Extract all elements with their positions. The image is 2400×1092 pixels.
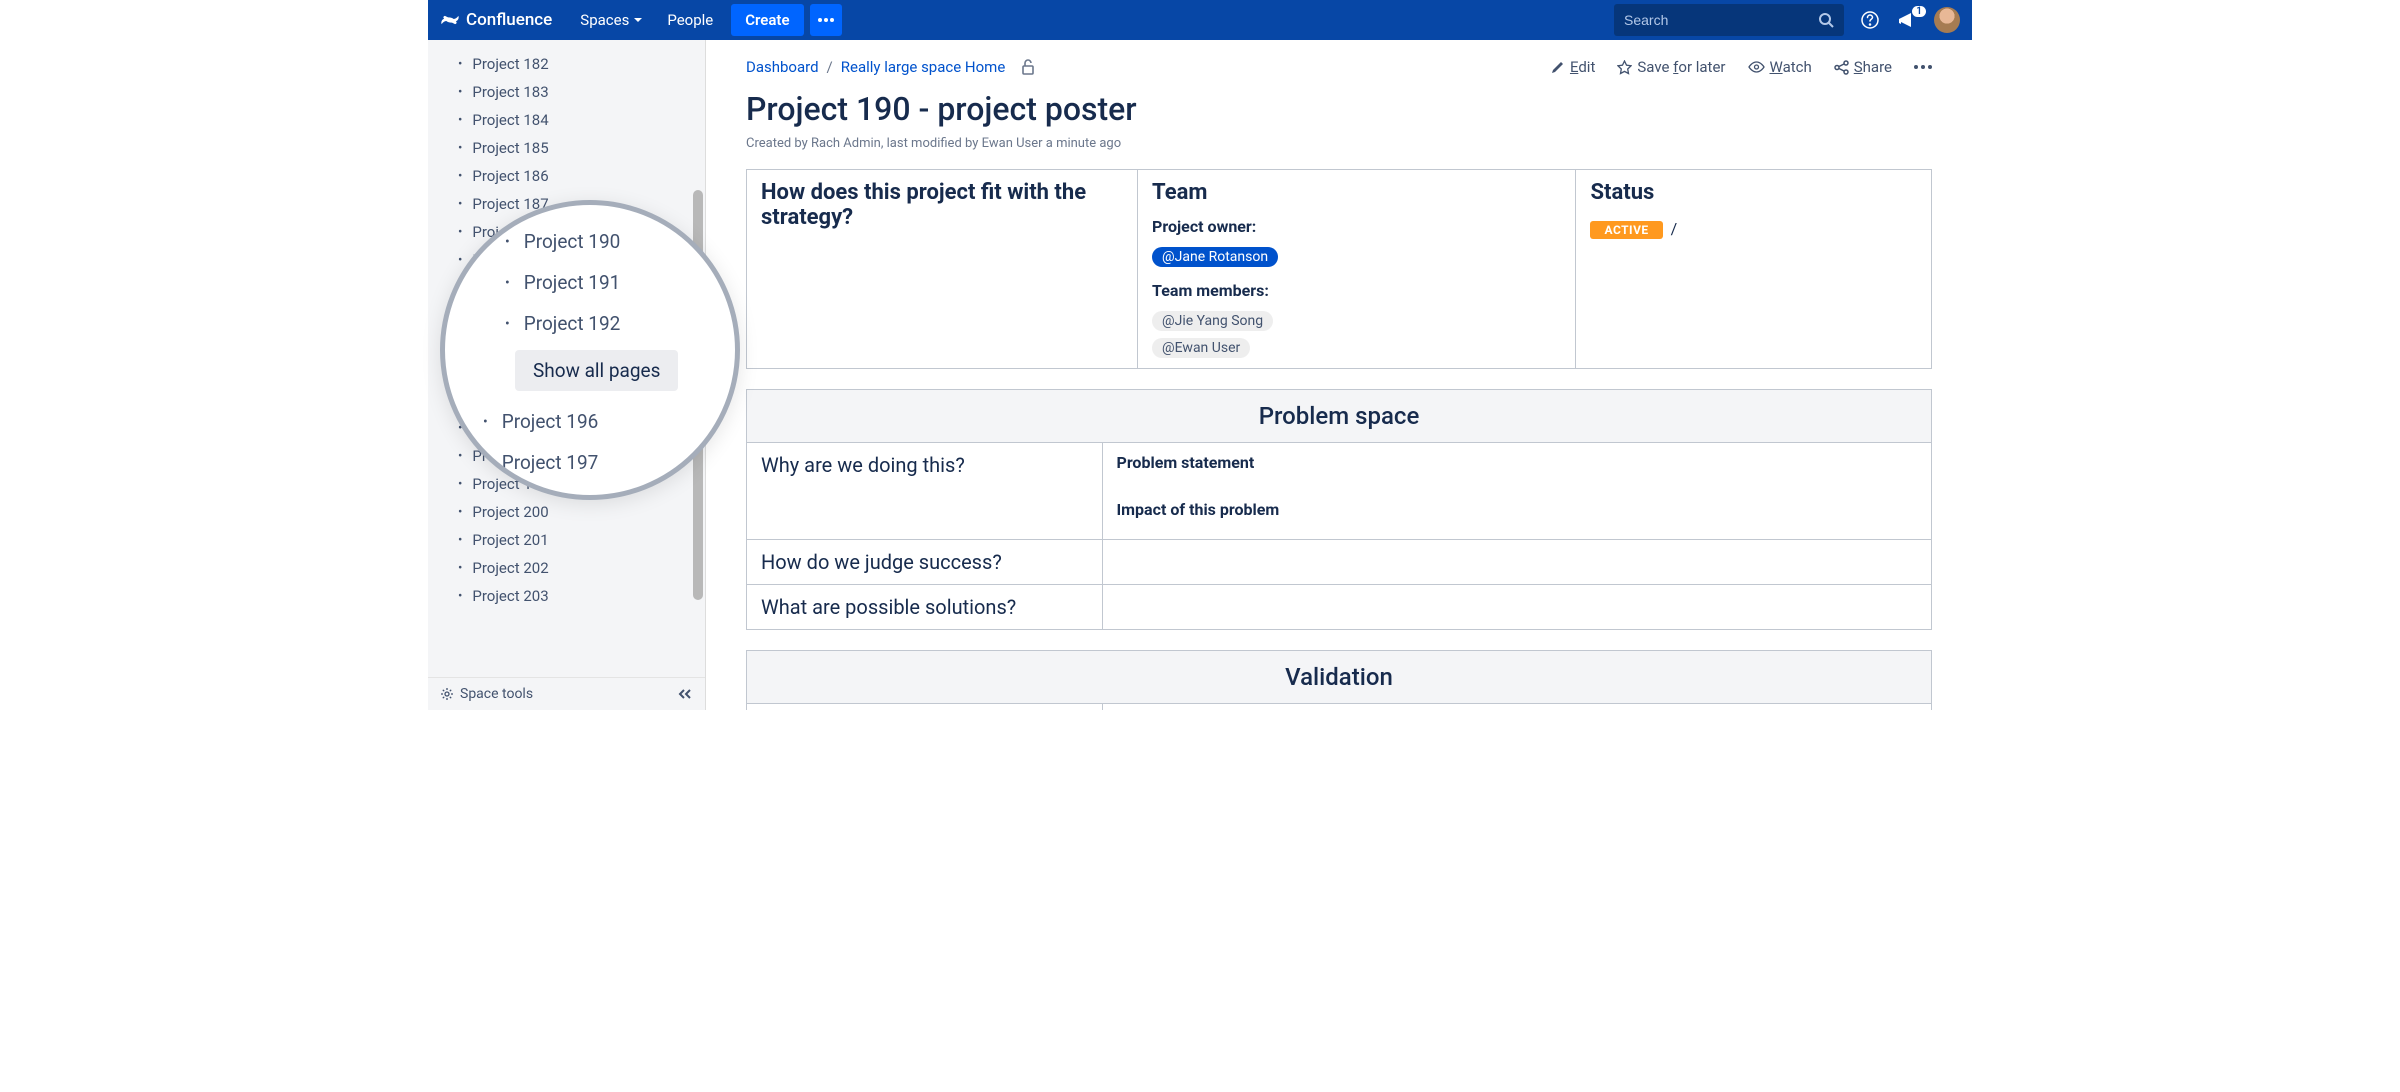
members-label: Team members:: [1152, 281, 1561, 300]
poster-table: How does this project fit with the strat…: [746, 169, 1932, 369]
page-toolbar: Dashboard / Really large space Home Edit…: [746, 58, 1932, 76]
page-meta: Created by Rach Admin, last modified by …: [746, 136, 1932, 151]
page-actions: Edit Save for later Watch Share: [1551, 58, 1932, 76]
share-icon: [1834, 60, 1849, 75]
tree-item[interactable]: Project 192: [465, 303, 715, 344]
help-button[interactable]: [1858, 8, 1882, 32]
create-button[interactable]: Create: [731, 4, 803, 36]
owner-mention[interactable]: @Jane Rotanson: [1152, 247, 1278, 267]
breadcrumb: Dashboard / Really large space Home: [746, 58, 1035, 76]
magnifier-overlay: Project 190 Project 191 Project 192 Show…: [440, 200, 740, 500]
unlock-icon[interactable]: [1021, 59, 1035, 75]
problem-q-success: How do we judge success?: [761, 550, 1088, 574]
validation-heading: Validation: [747, 651, 1932, 704]
status-badge: ACTIVE: [1590, 221, 1662, 239]
tree-item[interactable]: Project 200: [428, 498, 705, 526]
eye-icon: [1748, 61, 1765, 73]
page-title: Project 190 - project poster: [746, 90, 1932, 128]
share-button[interactable]: Share: [1834, 58, 1892, 76]
tree-item[interactable]: Project 183: [428, 78, 705, 106]
space-tools-link[interactable]: Space tools: [460, 686, 533, 702]
save-for-later-button[interactable]: Save for later: [1617, 58, 1725, 76]
chevron-down-icon: [633, 15, 643, 25]
watch-button[interactable]: Watch: [1748, 58, 1812, 76]
search-input[interactable]: [1624, 12, 1818, 28]
pencil-icon: [1551, 60, 1565, 74]
notifications-button[interactable]: 1: [1896, 8, 1920, 32]
dots-icon: [1914, 65, 1932, 69]
show-all-pages-button[interactable]: Show all pages: [515, 350, 678, 391]
problem-q-why: Why are we doing this?: [761, 453, 1088, 477]
status-heading: Status: [1590, 180, 1917, 205]
fit-heading: How does this project fit with the strat…: [761, 180, 1123, 230]
breadcrumb-space-home[interactable]: Really large space Home: [841, 58, 1006, 76]
star-icon: [1617, 60, 1632, 75]
team-heading: Team: [1152, 180, 1561, 205]
notif-badge: 1: [1912, 6, 1926, 17]
dots-icon: [818, 18, 834, 22]
confluence-icon: [440, 10, 460, 30]
owner-label: Project owner:: [1152, 217, 1561, 236]
problem-heading: Problem space: [747, 390, 1932, 443]
problem-impact-label: Impact of this problem: [1117, 500, 1918, 519]
help-icon: [1860, 10, 1880, 30]
confluence-logo[interactable]: Confluence: [440, 10, 552, 30]
problem-statement-label: Problem statement: [1117, 453, 1918, 472]
problem-space-table: Problem space Why are we doing this? Pro…: [746, 389, 1932, 630]
user-avatar[interactable]: [1934, 7, 1960, 33]
brand-text: Confluence: [466, 10, 552, 30]
tree-item[interactable]: Project 201: [428, 526, 705, 554]
nav-spaces[interactable]: Spaces: [568, 11, 655, 29]
tree-item[interactable]: Project 186: [428, 162, 705, 190]
member-mention[interactable]: @Ewan User: [1152, 338, 1250, 358]
member-mention[interactable]: @Jie Yang Song: [1152, 311, 1273, 331]
app-header: Confluence Spaces People Create 1: [428, 0, 1972, 40]
problem-q-solutions: What are possible solutions?: [761, 595, 1088, 619]
collapse-sidebar-icon[interactable]: [677, 688, 693, 700]
tree-item[interactable]: Project 191: [465, 262, 715, 303]
validation-table: Validation What do we already know?: [746, 650, 1932, 710]
tree-item[interactable]: Project 202: [428, 554, 705, 582]
more-actions-button[interactable]: [1914, 65, 1932, 69]
gear-icon: [440, 687, 454, 701]
tree-item[interactable]: Project 203: [428, 582, 705, 610]
search-box[interactable]: [1614, 4, 1844, 36]
edit-button[interactable]: Edit: [1551, 58, 1595, 76]
tree-item[interactable]: Project 185: [428, 134, 705, 162]
nav-people[interactable]: People: [655, 11, 725, 29]
search-icon: [1818, 12, 1834, 28]
tree-item[interactable]: Project 182: [428, 50, 705, 78]
sidebar-footer: Space tools: [428, 677, 705, 710]
tree-item[interactable]: Project 184: [428, 106, 705, 134]
more-menu-button[interactable]: [810, 4, 842, 36]
main-content: Dashboard / Really large space Home Edit…: [706, 40, 1972, 710]
breadcrumb-dashboard[interactable]: Dashboard: [746, 58, 819, 76]
tree-item[interactable]: Project 196: [465, 401, 715, 442]
